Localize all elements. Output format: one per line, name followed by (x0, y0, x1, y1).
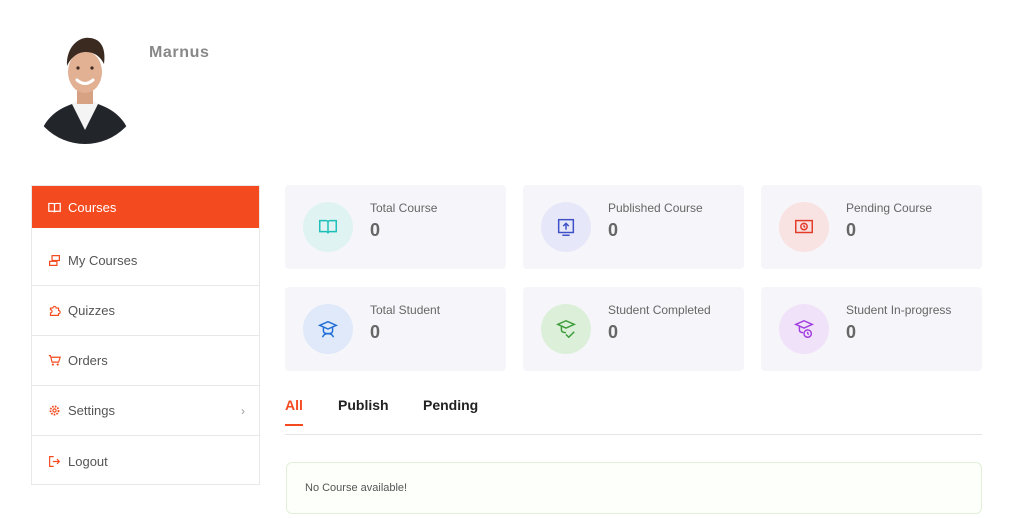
empty-state-text: No Course available! (305, 482, 408, 494)
stat-card-student-completed: Student Completed 0 (523, 287, 744, 371)
pending-book-icon (779, 202, 829, 252)
chevron-right-icon[interactable]: › (241, 404, 245, 418)
avatar[interactable] (28, 30, 142, 144)
stat-value: 0 (846, 220, 857, 240)
sidebar-item-label: Logout (68, 453, 108, 469)
sidebar-item-label: Quizzes (68, 303, 115, 318)
stat-value: 0 (370, 220, 381, 240)
graduate-clock-icon (779, 304, 829, 354)
stat-value: 0 (608, 322, 619, 342)
course-filter-tabs: All Publish Pending (285, 395, 982, 435)
sidebar-item-label: Orders (68, 353, 108, 368)
open-book-icon (303, 202, 353, 252)
graduate-check-icon (541, 304, 591, 354)
puzzle-icon (48, 304, 61, 317)
stat-value: 0 (370, 322, 381, 342)
username: Marnus (149, 44, 210, 61)
stat-label: Student In-progress (846, 303, 952, 317)
book-icon (48, 201, 61, 214)
graduate-icon (303, 304, 353, 354)
stat-label: Total Student (370, 303, 441, 317)
avatar-portrait (28, 30, 142, 144)
stat-value: 0 (846, 322, 857, 342)
sidebar-item-label: Settings (68, 403, 115, 418)
sidebar-item-my-courses[interactable]: My Courses (32, 236, 259, 286)
cart-icon (48, 354, 61, 367)
sidebar-item-label: Courses (68, 200, 117, 215)
stat-card-total-student: Total Student 0 (285, 287, 506, 371)
stat-card-pending-course: Pending Course 0 (761, 185, 982, 269)
stack-icon (48, 254, 61, 267)
empty-state-message: No Course available! (286, 462, 982, 514)
sidebar-item-settings[interactable]: Settings › (32, 386, 259, 436)
stat-value: 0 (608, 220, 619, 240)
sidebar-item-orders[interactable]: Orders (32, 336, 259, 386)
stat-card-student-in-progress: Student In-progress 0 (761, 287, 982, 371)
stat-label: Student Completed (608, 303, 711, 317)
sidebar-item-courses[interactable]: Courses (32, 186, 259, 228)
gear-icon (48, 404, 61, 417)
sidebar-item-label: My Courses (68, 253, 138, 268)
tab-pending[interactable]: Pending (423, 397, 478, 413)
upload-book-icon (541, 202, 591, 252)
stat-label: Pending Course (846, 201, 933, 215)
sidebar-item-logout[interactable]: Logout (32, 436, 259, 486)
logout-icon (48, 455, 61, 468)
sidebar-item-quizzes[interactable]: Quizzes (32, 286, 259, 336)
stat-card-total-course: Total Course 0 (285, 185, 506, 269)
tab-publish[interactable]: Publish (338, 397, 389, 413)
stat-label: Total Course (370, 201, 438, 215)
tab-all[interactable]: All (285, 397, 303, 426)
stat-label: Published Course (608, 201, 703, 215)
sidebar-nav: Courses My Courses Quizzes Orders Settin… (31, 185, 260, 485)
stat-card-published-course: Published Course 0 (523, 185, 744, 269)
